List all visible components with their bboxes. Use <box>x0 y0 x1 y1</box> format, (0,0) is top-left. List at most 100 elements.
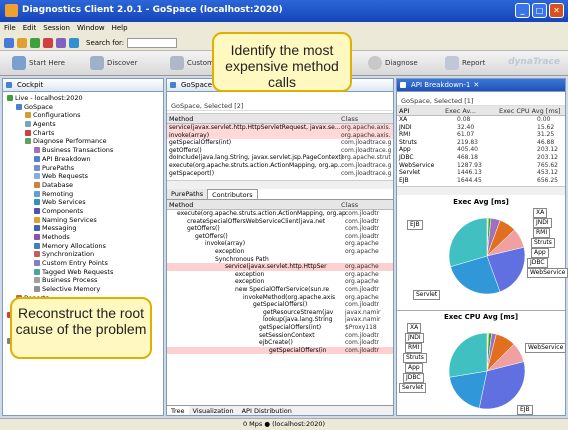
tree-row[interactable]: setSessionContext com.jloadtr <box>167 332 393 340</box>
tree-row[interactable]: getOffers() com.jloadtr <box>167 233 393 241</box>
cockpit-item[interactable]: GoSpace <box>7 103 163 112</box>
cockpit-item[interactable]: Remoting <box>7 190 163 199</box>
tab-tree[interactable]: Tree <box>167 406 189 415</box>
cockpit-item[interactable]: Naming Services <box>7 216 163 225</box>
cockpit-item[interactable]: Business Transactions <box>7 146 163 155</box>
cockpit-item[interactable]: PurePaths <box>7 164 163 173</box>
cockpit-item[interactable]: Components <box>7 207 163 216</box>
cockpit-item[interactable]: Memory Allocations <box>7 242 163 251</box>
tree-row[interactable]: getSpecialOffers(int) $Proxy118 <box>167 324 393 332</box>
exec-cpu-avg-chart: XA JNDI RMI Struts App JDBC WebService Servlet E… <box>397 321 567 421</box>
tree-row[interactable]: getResourceStream(jav javax.namir <box>167 309 393 317</box>
cockpit-item[interactable]: Charts <box>7 129 163 138</box>
table-row[interactable]: EJB 1644.45 656.25 <box>397 177 565 185</box>
tree-row[interactable]: Synchronous Path <box>167 256 393 264</box>
close-button[interactable]: ✕ <box>549 3 564 18</box>
maximize-button[interactable]: □ <box>532 3 547 18</box>
tab-api-distribution[interactable]: API Distribution <box>238 406 296 415</box>
diagnose-button[interactable]: Diagnose <box>368 56 418 70</box>
table-row[interactable]: execute(org.apache.struts.action.ActionM… <box>167 162 393 170</box>
cockpit-item[interactable]: Web Services <box>7 198 163 207</box>
tree-row[interactable]: service(javax.servlet.http.HttpSer org.ap… <box>167 263 393 271</box>
hscroll-1[interactable] <box>167 180 393 189</box>
refresh-icon[interactable] <box>43 38 53 48</box>
cockpit-item[interactable]: Diagnose Performance <box>7 137 163 146</box>
legend-label: JNDI <box>405 333 424 343</box>
tab-visualization[interactable]: Visualization <box>189 406 238 415</box>
tree-row[interactable]: lookup(java.lang.String javax.namir <box>167 316 393 324</box>
cockpit-tree: Live - localhost:2020 GoSpace Configuratio… <box>3 92 163 412</box>
tree-row[interactable]: invoke(array) org.apache <box>167 240 393 248</box>
exec-avg-cell: 32.40 <box>457 123 475 131</box>
tree-row[interactable]: createSpecialOffersWebServiceClient(java… <box>167 218 393 226</box>
table-row[interactable]: XA 0.08 0.00 <box>397 116 565 124</box>
cockpit-item[interactable]: Database <box>7 181 163 190</box>
tree-row[interactable]: getSpecialOffers() com.jloadtr <box>167 301 393 309</box>
search-input[interactable] <box>127 38 178 48</box>
cockpit-item[interactable]: Synchronization <box>7 250 163 259</box>
cockpit-item[interactable]: Tagged Web Requests <box>7 268 163 277</box>
tree-node-icon <box>34 234 40 240</box>
api-breakdown-tab[interactable]: API Breakdown-1 ✕ <box>397 79 565 92</box>
table-row[interactable]: getSpecialOffers(int) com.jloadtrace.g <box>167 139 393 147</box>
table-row[interactable]: doInclude(java.lang.String, javax.servle… <box>167 154 393 162</box>
pie-slice-ejb[interactable] <box>448 332 488 378</box>
status-bar: 0 Mps ● (localhost:2020) <box>0 418 568 430</box>
exec-avg-cell: 0.08 <box>457 116 471 123</box>
table-row[interactable]: invoke(array) org.apache.axis. <box>167 131 393 140</box>
table-row[interactable]: Servlet 1446.13 453.12 <box>397 169 565 177</box>
menu-window[interactable]: Window <box>77 24 105 34</box>
cockpit-item[interactable]: Agents <box>7 120 163 129</box>
tree-row[interactable]: execute(org.apache.struts.action.ActionM… <box>167 210 393 218</box>
tree-node-icon <box>34 277 40 284</box>
save-icon[interactable] <box>30 38 40 48</box>
table-row[interactable]: JDBC 468.18 203.12 <box>397 154 565 162</box>
cockpit-item[interactable]: Web Requests <box>7 172 163 181</box>
menu-session[interactable]: Session <box>43 24 70 34</box>
menu-edit[interactable]: Edit <box>23 24 37 34</box>
cockpit-item[interactable]: API Breakdown <box>7 155 163 164</box>
table-row[interactable]: App 405.40 203.12 <box>397 146 565 154</box>
table-row[interactable]: RMI 61.07 31.25 <box>397 131 565 139</box>
settings-icon[interactable] <box>56 38 66 48</box>
close-tab-icon[interactable]: ✕ <box>473 81 479 89</box>
tree-row[interactable]: new SpecialOfferService(sun.re com.jloadt… <box>167 286 393 294</box>
table-row[interactable]: getOffers() com.jloadtrace.g <box>167 147 393 155</box>
table-row[interactable]: getSpaceport() com.jloadtrace.g <box>167 170 393 178</box>
cockpit-item[interactable]: Business Process <box>7 276 163 285</box>
help-icon[interactable] <box>69 38 79 48</box>
open-icon[interactable] <box>17 38 27 48</box>
report-button[interactable]: Report <box>445 56 485 70</box>
tab-contributors[interactable]: Contributors <box>207 189 258 199</box>
tree-row[interactable]: exception org.apache <box>167 271 393 279</box>
cockpit-item[interactable]: Selective Memory <box>7 285 163 294</box>
table-row[interactable]: WebService 1287.93 765.62 <box>397 162 565 170</box>
tree-row[interactable]: getOffers() com.jloadtr <box>167 225 393 233</box>
minimize-button[interactable]: _ <box>515 3 530 18</box>
class-cell: org.apache.axis. <box>341 131 391 139</box>
table-row[interactable]: service(javax.servlet.http.HttpServletRe… <box>167 124 393 132</box>
hscroll-2[interactable] <box>397 186 565 195</box>
cockpit-item[interactable]: Messaging <box>7 224 163 233</box>
menu-file[interactable]: File <box>4 24 16 34</box>
start-here-button[interactable]: Start Here <box>12 56 65 70</box>
tree-row[interactable]: ejbCreate() com.jloadtr <box>167 339 393 347</box>
cockpit-item[interactable]: Configurations <box>7 111 163 120</box>
cockpit-item[interactable]: Custom Entry Points <box>7 259 163 268</box>
discover-button[interactable]: Discover <box>90 56 137 70</box>
table-row[interactable]: Struts 219.83 46.88 <box>397 139 565 147</box>
legend-label: Struts <box>531 238 555 248</box>
method-cell: Synchronous Path <box>215 255 269 263</box>
cockpit-item[interactable]: Methods <box>7 233 163 242</box>
tree-row[interactable]: invokeMethod(org.apache.axis org.apache <box>167 294 393 302</box>
tree-row[interactable]: getSpecialOffers(in com.jloadtr <box>167 346 393 355</box>
menu-help[interactable]: Help <box>112 24 128 34</box>
tree-row[interactable]: exception org.apache <box>167 248 393 256</box>
tab-purepaths[interactable]: PurePaths <box>167 189 208 199</box>
tree-row[interactable]: exception org.apache <box>167 278 393 286</box>
table-row[interactable]: JNDI 32.40 15.62 <box>397 124 565 132</box>
new-icon[interactable] <box>4 38 14 48</box>
cockpit-tab[interactable]: Cockpit <box>3 79 163 92</box>
method-cell: execute(org.apache.struts.action.ActionM… <box>169 161 344 169</box>
cockpit-item[interactable]: Live - localhost:2020 <box>7 94 163 103</box>
